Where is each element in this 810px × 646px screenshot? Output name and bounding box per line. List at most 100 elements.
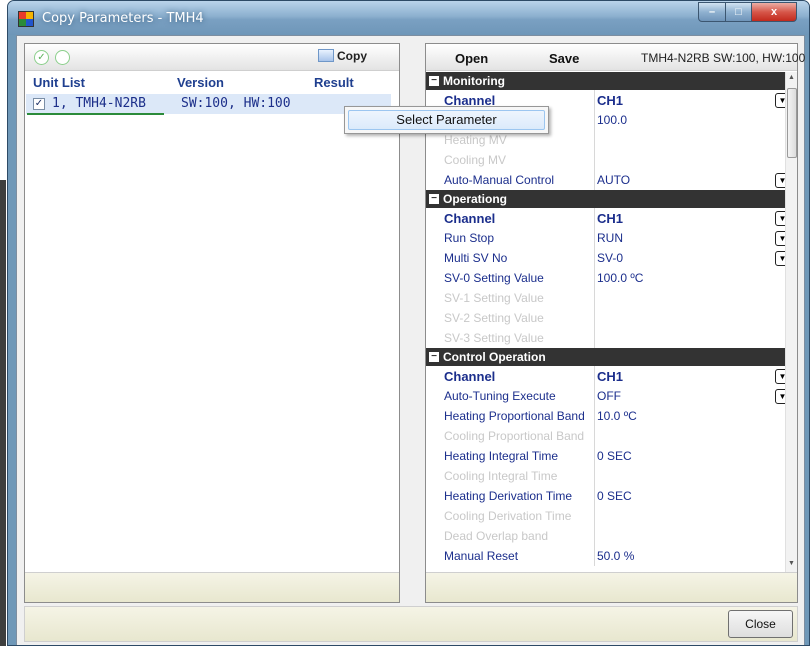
maximize-button[interactable]: □ bbox=[725, 2, 752, 22]
parameter-name: Channel bbox=[444, 369, 496, 384]
open-button[interactable]: Open bbox=[455, 51, 488, 66]
scroll-thumb[interactable] bbox=[787, 88, 797, 158]
close-window-button[interactable]: x bbox=[751, 2, 797, 22]
parameter-name: SV-3 Setting Value bbox=[444, 331, 544, 345]
parameter-name: Auto-Tuning Execute bbox=[444, 389, 556, 403]
section-header[interactable]: − Operationg bbox=[426, 190, 797, 208]
section-header[interactable]: − Monitoring bbox=[426, 72, 797, 90]
parameter-row: Cooling MV bbox=[426, 150, 797, 170]
unit-version: SW:100, HW:100 bbox=[181, 96, 291, 111]
section-header[interactable]: − Control Operation bbox=[426, 348, 797, 366]
close-button[interactable]: Close bbox=[728, 610, 793, 638]
column-divider bbox=[594, 208, 595, 348]
parameter-name: SV-1 Setting Value bbox=[444, 291, 544, 305]
parameter-value[interactable]: SV-0 bbox=[597, 251, 623, 265]
copy-parameters-window: Copy Parameters - TMH4 – □ x ✓ Copy Unit… bbox=[7, 0, 810, 646]
unit-checkbox[interactable]: ✓ bbox=[33, 98, 45, 110]
left-status-area bbox=[25, 572, 399, 602]
collapse-icon[interactable]: − bbox=[429, 352, 439, 362]
parameter-grid: −MonitoringChannelCH1▼PV100.0Heating MVC… bbox=[426, 72, 797, 574]
parameter-value[interactable]: RUN bbox=[597, 231, 623, 245]
collapse-icon[interactable]: − bbox=[429, 76, 439, 86]
parameter-name: SV-2 Setting Value bbox=[444, 311, 544, 325]
device-info: TMH4-N2RB SW:100, HW:100 bbox=[641, 51, 806, 65]
right-toolbar: Open Save TMH4-N2RB SW:100, HW:100 bbox=[426, 44, 805, 71]
parameter-value[interactable]: 50.0 % bbox=[597, 549, 634, 563]
parameter-row[interactable]: Channel CH1 ▼ bbox=[426, 366, 797, 386]
parameter-row[interactable]: Channel CH1 ▼ bbox=[426, 208, 797, 228]
window-title: Copy Parameters - TMH4 bbox=[42, 11, 204, 26]
parameter-name: Cooling MV bbox=[444, 153, 507, 167]
parameter-row[interactable]: Heating Derivation Time 0 SEC bbox=[426, 486, 797, 506]
parameter-row[interactable]: Heating Integral Time 0 SEC bbox=[426, 446, 797, 466]
parameter-value[interactable]: 10.0 ºC bbox=[597, 409, 637, 423]
unit-name: 1, TMH4-N2RB bbox=[52, 96, 146, 111]
parameter-value[interactable]: 100.0 bbox=[597, 113, 627, 127]
save-button[interactable]: Save bbox=[549, 51, 579, 66]
parameter-name: Heating Derivation Time bbox=[444, 489, 573, 503]
close-icon: x bbox=[770, 6, 778, 18]
parameter-row[interactable]: SV-0 Setting Value 100.0 ºC bbox=[426, 268, 797, 288]
parameter-name: Run Stop bbox=[444, 231, 495, 245]
parameter-row[interactable]: Run Stop RUN ▼ bbox=[426, 228, 797, 248]
vertical-scrollbar[interactable]: ▲ ▼ bbox=[785, 72, 797, 574]
parameter-row: Cooling Proportional Band bbox=[426, 426, 797, 446]
column-divider bbox=[594, 90, 595, 190]
parameter-row: SV-3 Setting Value bbox=[426, 328, 797, 348]
parameter-name: Dead Overlap band bbox=[444, 529, 549, 543]
parameter-row: SV-1 Setting Value bbox=[426, 288, 797, 308]
dialog-body: ✓ Copy Unit List Version Result ✓ 1, TMH… bbox=[16, 35, 805, 645]
title-bar[interactable]: Copy Parameters - TMH4 – □ x bbox=[8, 1, 809, 35]
minimize-button[interactable]: – bbox=[698, 2, 726, 22]
parameter-row[interactable]: Manual Reset 50.0 % bbox=[426, 546, 797, 566]
parameter-value[interactable]: CH1 bbox=[597, 211, 623, 226]
copy-button[interactable]: Copy bbox=[318, 49, 367, 67]
parameter-row[interactable]: Multi SV No SV-0 ▼ bbox=[426, 248, 797, 268]
parameter-row: Cooling Derivation Time bbox=[426, 506, 797, 526]
unit-underline bbox=[27, 113, 164, 115]
copy-icon bbox=[318, 49, 334, 62]
unit-row[interactable]: ✓ 1, TMH4-N2RB SW:100, HW:100 bbox=[26, 94, 391, 115]
deselect-all-icon[interactable] bbox=[55, 50, 70, 65]
parameter-value[interactable]: OFF bbox=[597, 389, 621, 403]
parameter-name: Cooling Derivation Time bbox=[444, 509, 572, 523]
parameter-name: Cooling Proportional Band bbox=[444, 429, 585, 443]
scroll-up-icon[interactable]: ▲ bbox=[788, 74, 795, 81]
column-header-unit-list[interactable]: Unit List bbox=[33, 75, 85, 90]
section-title: Operationg bbox=[443, 192, 508, 206]
copy-label: Copy bbox=[337, 49, 367, 63]
parameter-row: Cooling Integral Time bbox=[426, 466, 797, 486]
status-bar bbox=[24, 606, 798, 642]
column-header-result[interactable]: Result bbox=[314, 75, 354, 90]
parameter-value[interactable]: CH1 bbox=[597, 369, 623, 384]
parameter-name: Heating MV bbox=[444, 133, 507, 147]
parameter-row[interactable]: Auto-Manual Control AUTO ▼ bbox=[426, 170, 797, 190]
parameter-name: Auto-Manual Control bbox=[444, 173, 555, 187]
parameter-row[interactable]: Heating Proportional Band 10.0 ºC bbox=[426, 406, 797, 426]
parameter-name: Heating Integral Time bbox=[444, 449, 559, 463]
section-title: Monitoring bbox=[443, 74, 505, 88]
parameter-name: Multi SV No bbox=[444, 251, 508, 265]
parameter-name: Channel bbox=[444, 211, 496, 226]
column-divider bbox=[594, 366, 595, 566]
parameter-row: Dead Overlap band bbox=[426, 526, 797, 546]
parameter-value[interactable]: AUTO bbox=[597, 173, 630, 187]
parameter-name: Cooling Integral Time bbox=[444, 469, 558, 483]
parameter-row[interactable]: Auto-Tuning Execute OFF ▼ bbox=[426, 386, 797, 406]
collapse-icon[interactable]: − bbox=[429, 194, 439, 204]
select-all-icon[interactable]: ✓ bbox=[34, 50, 49, 65]
scroll-down-icon[interactable]: ▼ bbox=[788, 560, 795, 567]
parameter-value[interactable]: 0 SEC bbox=[597, 449, 632, 463]
select-parameter-menu-item[interactable]: Select Parameter bbox=[348, 110, 545, 130]
right-status-area bbox=[426, 572, 797, 602]
parameter-value[interactable]: 100.0 ºC bbox=[597, 271, 643, 285]
parameter-name: Heating Proportional Band bbox=[444, 409, 585, 423]
parameter-name: SV-0 Setting Value bbox=[444, 271, 544, 285]
column-header-version[interactable]: Version bbox=[177, 75, 224, 90]
app-icon bbox=[18, 11, 34, 27]
parameter-name: Manual Reset bbox=[444, 549, 519, 563]
parameter-value[interactable]: 0 SEC bbox=[597, 489, 632, 503]
background-edge bbox=[0, 180, 6, 646]
parameter-value[interactable]: CH1 bbox=[597, 93, 623, 108]
parameter-row: SV-2 Setting Value bbox=[426, 308, 797, 328]
